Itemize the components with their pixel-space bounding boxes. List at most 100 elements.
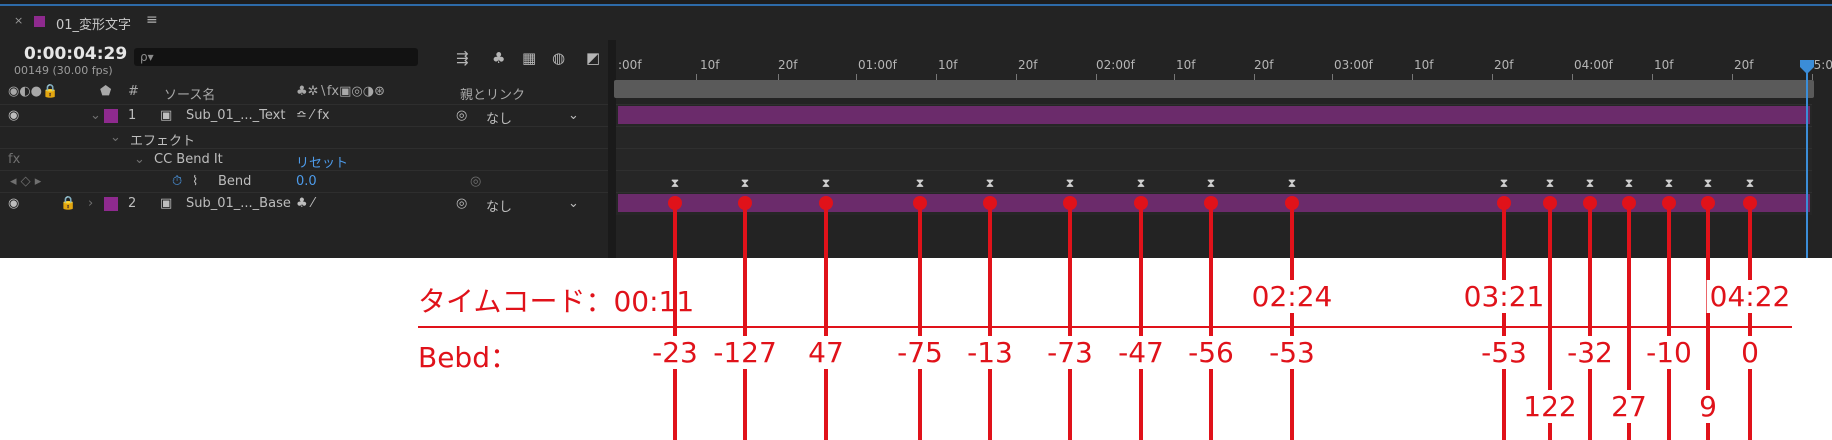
ruler-tick-label: 20f bbox=[1018, 58, 1038, 72]
annotation-dot bbox=[819, 196, 833, 210]
bend-value-label: 9 bbox=[1696, 390, 1720, 423]
annotation-dot bbox=[1743, 196, 1757, 210]
source-name-header[interactable]: ソース名 bbox=[164, 84, 215, 103]
keyframe-marker[interactable]: ⧗ bbox=[741, 176, 749, 191]
motion-blur-icon[interactable]: ◍ bbox=[552, 49, 565, 67]
keyframe-marker[interactable]: ⧗ bbox=[1500, 176, 1508, 191]
timecode-value-label: 04:22 bbox=[1706, 280, 1794, 313]
column-header: ◉◐●🔒 ⬟ # ソース名 ♣✲∖fx▣◎◑⊛ 親とリンク bbox=[0, 82, 608, 103]
annotation-dot bbox=[668, 196, 682, 210]
timeline-panel: × 01_変形文字 ≡ 0:00:04:29 00149 (30.00 fps)… bbox=[0, 0, 1832, 258]
layer-row-2[interactable]: ◉ 🔒 › 2 ▣ Sub_01_..._Base ♣ ⁄ ◎ なし ⌄ bbox=[0, 192, 608, 215]
bend-value-label: -53 bbox=[1266, 336, 1318, 369]
keyframe-marker[interactable]: ⧗ bbox=[671, 176, 679, 191]
effect-row[interactable]: fx ⌄ CC Bend It リセット bbox=[0, 148, 608, 171]
effects-group-row[interactable]: ⌄ エフェクト bbox=[0, 126, 608, 149]
annotation-line bbox=[1290, 198, 1294, 440]
property-row-bend[interactable]: ◂ ◇ ▸ ⏱ ⌇ Bend 0.0 ◎ bbox=[0, 170, 608, 193]
keyframe-marker[interactable]: ⧗ bbox=[1137, 176, 1145, 191]
annotation-dot bbox=[1583, 196, 1597, 210]
annotation-line bbox=[743, 198, 747, 440]
keyframe-marker[interactable]: ⧗ bbox=[1288, 176, 1296, 191]
layer-name[interactable]: Sub_01_..._Text bbox=[186, 108, 285, 123]
expand-chevron-icon[interactable]: ⌄ bbox=[134, 152, 145, 167]
keyframe-marker[interactable]: ⧗ bbox=[986, 176, 994, 191]
graph-icon[interactable]: ⌇ bbox=[192, 174, 198, 189]
keyframe-marker[interactable]: ⧗ bbox=[1066, 176, 1074, 191]
layer-index: 2 bbox=[128, 196, 137, 211]
effects-group-label: エフェクト bbox=[130, 134, 196, 149]
lock-icon[interactable]: 🔒 bbox=[60, 196, 76, 211]
property-value[interactable]: 0.0 bbox=[296, 174, 317, 189]
track-effects bbox=[616, 126, 1812, 149]
graph-editor-icon[interactable]: ◩ bbox=[586, 49, 600, 67]
time-ruler[interactable]: :00f 10f 20f 01:00f 10f 20f 02:00f 10f 20f 03:00f… bbox=[616, 40, 1832, 80]
annotation-line bbox=[918, 198, 922, 440]
keyframe-marker[interactable]: ⧗ bbox=[822, 176, 830, 191]
playhead-line[interactable] bbox=[1806, 66, 1808, 258]
close-tab-button[interactable]: × bbox=[14, 14, 23, 27]
ruler-tick-label: 10f bbox=[1176, 58, 1196, 72]
keyframe-marker[interactable]: ⧗ bbox=[916, 176, 924, 191]
keyframe-marker[interactable]: ⧗ bbox=[1586, 176, 1594, 191]
layer-duration-bar-1[interactable] bbox=[618, 106, 1810, 124]
composition-title: 01_変形文字 bbox=[56, 18, 132, 33]
frame-count: 00149 (30.00 fps) bbox=[14, 64, 113, 77]
effect-reset-link[interactable]: リセット bbox=[296, 152, 348, 171]
eye-icon[interactable]: ◉ bbox=[8, 196, 19, 211]
ruler-tick-label: 10f bbox=[938, 58, 958, 72]
bend-value-label: 122 bbox=[1520, 390, 1580, 423]
eye-icon[interactable]: ◉ bbox=[8, 108, 19, 123]
annotation-line bbox=[1667, 198, 1671, 440]
parent-dropdown-icon[interactable]: ⌄ bbox=[568, 108, 579, 123]
bend-value-label: -53 bbox=[1478, 336, 1530, 369]
keyframe-marker[interactable]: ⧗ bbox=[1546, 176, 1554, 191]
composition-tab[interactable]: × 01_変形文字 ≡ bbox=[0, 4, 1832, 40]
annotation-dot bbox=[1285, 196, 1299, 210]
ruler-tick-label: 20f bbox=[1254, 58, 1274, 72]
bend-value-label: 47 bbox=[805, 336, 847, 369]
ruler-tick-label: 20f bbox=[778, 58, 798, 72]
switch-icons[interactable]: ≏ ⁄ fx bbox=[296, 108, 330, 123]
layer-label-color[interactable] bbox=[104, 197, 118, 211]
stopwatch-icon[interactable]: ⏱ bbox=[172, 174, 182, 189]
frame-blending-icon[interactable]: ▦ bbox=[522, 49, 536, 67]
timecode-annotation-label: タイムコード：00:11 bbox=[418, 285, 695, 318]
layer-name[interactable]: Sub_01_..._Base bbox=[186, 196, 291, 211]
composition-mini-flowchart-icon[interactable]: ⇶ bbox=[456, 49, 469, 67]
switch-icons[interactable]: ♣ ⁄ bbox=[296, 196, 314, 211]
layer-row-1[interactable]: ◉ ⌄ 1 ▣ Sub_01_..._Text ≏ ⁄ fx ◎ なし ⌄ bbox=[0, 104, 608, 127]
panel-menu-icon[interactable]: ≡ bbox=[146, 12, 158, 28]
panel-divider[interactable] bbox=[608, 40, 616, 258]
expand-chevron-icon[interactable]: ⌄ bbox=[110, 130, 121, 145]
ruler-tick-label: 10f bbox=[1654, 58, 1674, 72]
keyframe-navigator-icon[interactable]: ◂ ◇ ▸ bbox=[10, 174, 41, 189]
layer-search-input[interactable]: ρ▾ bbox=[134, 48, 418, 66]
annotation-dot bbox=[738, 196, 752, 210]
keyframe-marker[interactable]: ⧗ bbox=[1665, 176, 1673, 191]
footage-icon: ▣ bbox=[160, 196, 173, 211]
keyframe-marker[interactable]: ⧗ bbox=[1207, 176, 1215, 191]
parent-link-header[interactable]: 親とリンク bbox=[460, 84, 525, 103]
shy-layers-icon[interactable]: ♣ bbox=[492, 49, 505, 67]
keyframe-marker[interactable]: ⧗ bbox=[1625, 176, 1633, 191]
parent-select[interactable]: なし bbox=[486, 196, 512, 215]
current-time-display[interactable]: 0:00:04:29 bbox=[24, 44, 127, 64]
ruler-tick-label: 01:00f bbox=[858, 58, 897, 72]
annotation-dot bbox=[1622, 196, 1636, 210]
fx-icon: fx bbox=[8, 152, 21, 167]
layer-label-color[interactable] bbox=[104, 109, 118, 123]
pickwhip-icon[interactable]: ◎ bbox=[456, 196, 467, 211]
timecode-value-label: 02:24 bbox=[1248, 280, 1336, 313]
pickwhip-icon[interactable]: ◎ bbox=[456, 108, 467, 123]
work-area-bar[interactable] bbox=[614, 80, 1814, 98]
expand-chevron-icon[interactable]: › bbox=[88, 196, 93, 211]
annotation-line bbox=[1209, 198, 1213, 440]
keyframe-marker[interactable]: ⧗ bbox=[1704, 176, 1712, 191]
keyframe-marker[interactable]: ⧗ bbox=[1746, 176, 1754, 191]
expression-pickwhip-icon[interactable]: ◎ bbox=[470, 174, 481, 189]
parent-select[interactable]: なし bbox=[486, 108, 512, 127]
label-tag-icon: ⬟ bbox=[100, 84, 112, 99]
parent-dropdown-icon[interactable]: ⌄ bbox=[568, 196, 579, 211]
expand-chevron-icon[interactable]: ⌄ bbox=[90, 108, 101, 123]
